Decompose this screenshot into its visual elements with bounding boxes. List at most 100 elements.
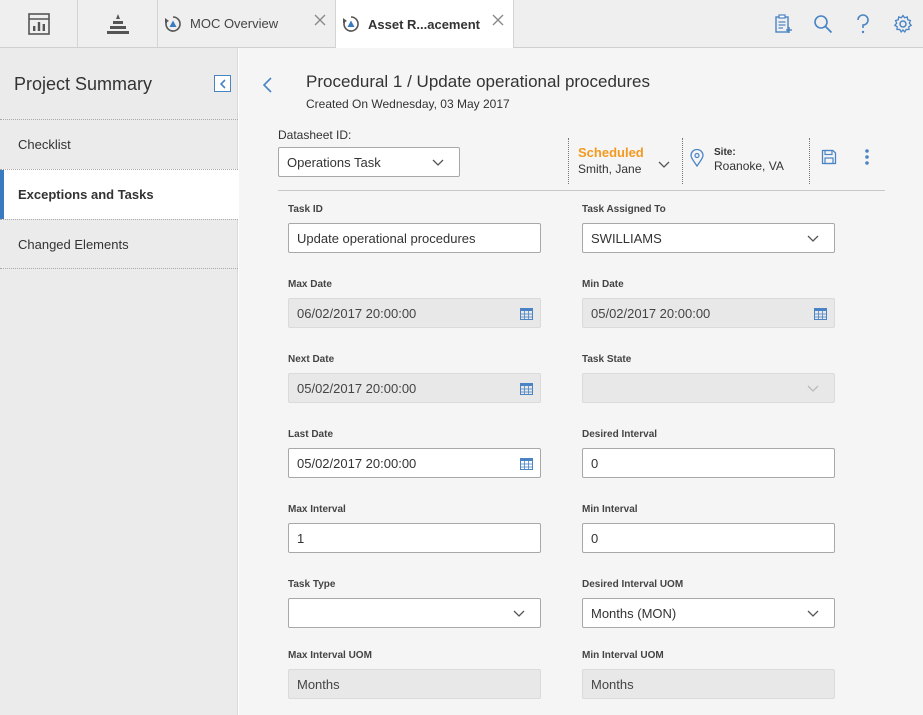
calendar-icon[interactable]	[520, 457, 533, 470]
new-task-button[interactable]	[763, 0, 803, 47]
task-type-select[interactable]	[288, 598, 541, 628]
max-interval-label: Max Interval	[288, 504, 346, 515]
tab-label: Asset R...acement	[368, 16, 480, 32]
site-value: Roanoke, VA	[714, 159, 784, 173]
min-interval-uom-label: Min Interval UOM	[582, 650, 664, 661]
min-interval-label: Min Interval	[582, 504, 638, 515]
save-button[interactable]	[819, 147, 839, 167]
moc-refresh-icon	[165, 15, 181, 32]
datasheet-value: Operations Task	[287, 154, 381, 170]
desired-interval-label: Desired Interval	[582, 429, 658, 440]
max-date-label: Max Date	[288, 279, 332, 290]
chevron-down-icon	[807, 235, 819, 242]
sidebar: Project Summary Checklist Exceptions and…	[0, 48, 238, 715]
site-key: Site:	[714, 147, 736, 158]
close-icon[interactable]	[313, 13, 327, 27]
divider	[809, 138, 810, 184]
next-date-value: 05/02/2017 20:00:00	[297, 380, 417, 396]
task-id-value: Update operational procedures	[297, 230, 476, 246]
page-subtitle: Created On Wednesday, 03 May 2017	[306, 97, 510, 111]
chevron-down-icon	[513, 610, 525, 617]
min-date-field: 05/02/2017 20:00:00	[582, 298, 835, 328]
max-interval-input[interactable]: 1	[288, 523, 541, 553]
chevron-left-icon	[219, 78, 226, 89]
search-icon	[814, 14, 833, 33]
desired-interval-value: 0	[591, 455, 599, 471]
state-label: Scheduled	[578, 145, 644, 160]
desired-interval-uom-label: Desired Interval UOM	[582, 579, 684, 590]
min-interval-value: 0	[591, 530, 599, 546]
collapse-sidebar-button[interactable]	[214, 75, 231, 92]
page-title: Procedural 1 / Update operational proced…	[306, 72, 650, 91]
max-date-value: 06/02/2017 20:00:00	[297, 305, 417, 321]
search-button[interactable]	[803, 0, 843, 47]
sidebar-item-label: Checklist	[18, 137, 71, 152]
tab-asset-replacement[interactable]: Asset R...acement	[336, 0, 514, 48]
tab-moc-overview[interactable]: MOC Overview	[158, 0, 336, 47]
close-icon[interactable]	[491, 13, 505, 27]
min-interval-uom-value: Months	[591, 676, 634, 692]
divider	[682, 138, 683, 184]
desired-interval-uom-value: Months (MON)	[591, 605, 677, 621]
next-date-label: Next Date	[288, 354, 335, 365]
last-date-input[interactable]: 05/02/2017 20:00:00	[288, 448, 541, 478]
desired-interval-input[interactable]: 0	[582, 448, 835, 478]
sidebar-item-checklist[interactable]: Checklist	[0, 119, 238, 169]
header-divider	[278, 190, 885, 191]
chevron-down-icon	[807, 385, 819, 392]
sidebar-item-changed-elements[interactable]: Changed Elements	[0, 219, 238, 269]
chevron-down-icon	[432, 159, 444, 166]
state-menu-button[interactable]: Scheduled Smith, Jane	[578, 145, 673, 179]
top-bar: MOC Overview Asset R...acement	[0, 0, 923, 48]
task-assigned-to-value: SWILLIAMS	[591, 230, 662, 246]
max-interval-uom-field: Months	[288, 669, 541, 699]
max-date-field: 06/02/2017 20:00:00	[288, 298, 541, 328]
desired-interval-uom-select[interactable]: Months (MON)	[582, 598, 835, 628]
task-id-input[interactable]: Update operational procedures	[288, 223, 541, 253]
sidebar-item-exceptions-and-tasks[interactable]: Exceptions and Tasks	[0, 169, 238, 219]
calendar-icon	[520, 308, 533, 320]
task-state-select	[582, 373, 835, 403]
dashboard-icon	[27, 12, 50, 35]
max-interval-value: 1	[297, 530, 305, 546]
task-state-label: Task State	[582, 354, 632, 365]
calendar-icon	[520, 383, 533, 395]
sidebar-title: Project Summary	[14, 74, 153, 94]
min-interval-input[interactable]: 0	[582, 523, 835, 553]
hierarchy-tab[interactable]	[78, 0, 158, 47]
site-info: Site: Roanoke, VA	[690, 147, 810, 179]
max-interval-uom-label: Max Interval UOM	[288, 650, 372, 661]
main-content: Procedural 1 / Update operational proced…	[239, 48, 923, 715]
more-vertical-icon	[865, 149, 869, 165]
min-date-label: Min Date	[582, 279, 624, 290]
hierarchy-icon	[106, 13, 129, 34]
sidebar-item-label: Exceptions and Tasks	[18, 187, 154, 202]
gear-icon	[893, 13, 913, 33]
chevron-down-icon	[658, 161, 670, 168]
help-icon	[857, 13, 869, 33]
calendar-icon	[814, 308, 827, 320]
tab-label: MOC Overview	[190, 16, 279, 31]
datasheet-select[interactable]: Operations Task	[278, 147, 460, 177]
task-id-label: Task ID	[288, 204, 323, 215]
location-pin-icon	[690, 149, 704, 167]
datasheet-label: Datasheet ID:	[278, 128, 352, 142]
task-assigned-to-label: Task Assigned To	[582, 204, 666, 215]
chevron-down-icon	[807, 610, 819, 617]
divider	[568, 138, 569, 184]
last-date-value: 05/02/2017 20:00:00	[297, 455, 417, 471]
clipboard-add-icon	[775, 13, 792, 33]
settings-button[interactable]	[883, 0, 923, 47]
min-interval-uom-field: Months	[582, 669, 835, 699]
max-interval-uom-value: Months	[297, 676, 340, 692]
more-options-button[interactable]	[859, 147, 875, 167]
sidebar-item-label: Changed Elements	[18, 236, 129, 252]
last-date-label: Last Date	[288, 429, 334, 440]
task-assigned-to-select[interactable]: SWILLIAMS	[582, 223, 835, 253]
help-button[interactable]	[843, 0, 883, 47]
min-date-value: 05/02/2017 20:00:00	[591, 305, 711, 321]
back-icon[interactable]	[261, 76, 275, 94]
dashboard-tab[interactable]	[0, 0, 78, 47]
save-icon	[821, 149, 837, 165]
next-date-field: 05/02/2017 20:00:00	[288, 373, 541, 403]
